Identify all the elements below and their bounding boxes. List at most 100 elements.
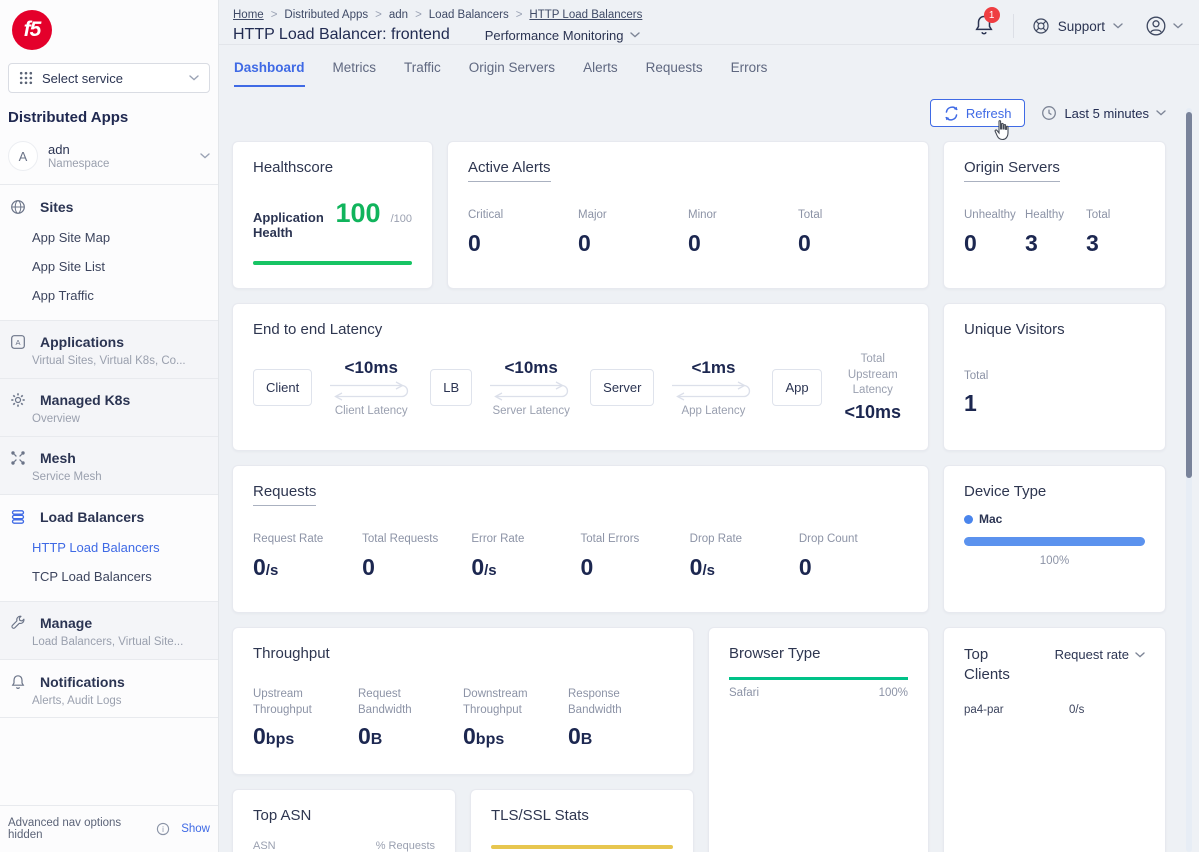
stat-label: Drop Rate [690, 533, 799, 545]
sidebar-item-load-balancers[interactable]: Load Balancers [0, 507, 218, 527]
latency-node-lb: LB [430, 369, 472, 406]
show-advanced-nav-link[interactable]: Show [181, 823, 210, 835]
breadcrumb: Home > Distributed Apps > adn > Load Bal… [233, 9, 642, 21]
hop-label: Client Latency [335, 405, 408, 417]
latency-node-client: Client [253, 369, 312, 406]
tab-origin-servers[interactable]: Origin Servers [469, 60, 555, 87]
sidebar-group-label: Applications [40, 334, 124, 350]
stat-label: Total Errors [580, 533, 689, 545]
sidebar-group-notifications[interactable]: Notifications Alerts, Audit Logs [0, 660, 218, 718]
sidebar-group-sites: Sites App Site Map App Site List App Tra… [0, 185, 218, 321]
requests-title[interactable]: Requests [253, 483, 316, 506]
latency-node-app: App [772, 369, 821, 406]
sidebar-group-managed-k8s[interactable]: Managed K8s Overview [0, 379, 218, 437]
support-menu[interactable]: Support [1032, 17, 1123, 35]
total-latency-label2: Latency [853, 384, 893, 396]
sidebar-group-desc: Overview [0, 410, 218, 425]
breadcrumb-adn[interactable]: adn [389, 9, 408, 21]
active-alerts-card: Active Alerts Critical0 Major0 Minor0 To… [447, 141, 929, 289]
browser-type-title: Browser Type [729, 645, 908, 662]
hop-value: <10ms [504, 358, 557, 378]
stat-value: 0 [471, 554, 484, 580]
hop-value: <10ms [345, 358, 398, 378]
support-label: Support [1058, 19, 1105, 34]
top-clients-sort-dropdown[interactable]: Request rate [1055, 647, 1145, 662]
sidebar-group-desc: Alerts, Audit Logs [0, 692, 218, 707]
stat-suffix: B [371, 731, 383, 748]
stat-suffix: bps [476, 731, 504, 748]
breadcrumb-home[interactable]: Home [233, 9, 264, 21]
sidebar-item-app-site-map[interactable]: App Site Map [0, 223, 218, 252]
latency-arrow-icon [326, 379, 416, 403]
stat-label: Healthy [1025, 209, 1086, 221]
stat-value: 0 [964, 230, 1025, 257]
tls-ssl-stats-card: TLS/SSL Stats [470, 789, 694, 852]
monitoring-selector-label: Performance Monitoring [485, 28, 624, 43]
notifications-bell-button[interactable]: 1 [973, 13, 999, 39]
breadcrumb-http-load-balancers[interactable]: HTTP Load Balancers [529, 9, 642, 21]
time-range-dropdown[interactable]: Last 5 minutes [1041, 105, 1166, 121]
stat-suffix: /s [484, 562, 497, 579]
breadcrumb-separator: > [375, 9, 382, 21]
stat-value: 0 [468, 230, 578, 257]
latency-title: End to end Latency [253, 321, 908, 338]
sidebar-item-http-load-balancers[interactable]: HTTP Load Balancers [0, 533, 218, 562]
asn-column-header: ASN [253, 840, 276, 852]
scrollbar-thumb[interactable] [1186, 112, 1192, 478]
sidebar-footer: Advanced nav options hidden i Show [0, 805, 218, 852]
page-header: Home > Distributed Apps > adn > Load Bal… [219, 0, 1199, 45]
stat-value: 0 [568, 723, 581, 749]
stat-value: 0 [362, 554, 375, 580]
monitoring-selector[interactable]: Performance Monitoring [485, 28, 641, 43]
sidebar-group-applications[interactable]: A Applications Virtual Sites, Virtual K8… [0, 321, 218, 379]
latency-card: End to end Latency Client <10ms Client L… [232, 303, 929, 451]
advanced-nav-text: Advanced nav options hidden [8, 817, 151, 841]
hop-label: Server Latency [492, 405, 569, 417]
requests-card: Requests Request Rate0/s Total Requests0… [232, 465, 929, 613]
top-asn-title: Top ASN [253, 807, 435, 824]
tab-traffic[interactable]: Traffic [404, 60, 441, 87]
breadcrumb-load-balancers[interactable]: Load Balancers [429, 9, 509, 21]
total-latency-label: Total Upstream [848, 353, 898, 381]
chevron-down-icon [189, 75, 199, 81]
stat-value: 0 [580, 554, 593, 580]
notification-badge: 1 [984, 7, 1000, 23]
latency-arrow-icon [668, 379, 758, 403]
sidebar-item-sites[interactable]: Sites [0, 197, 218, 217]
user-menu[interactable] [1145, 15, 1183, 37]
select-service-dropdown[interactable]: Select service [8, 63, 210, 93]
stat-label: Critical [468, 209, 578, 221]
stat-label: Total [1086, 209, 1147, 221]
stat-value: 0 [798, 230, 908, 257]
mouse-cursor-hand [991, 118, 1013, 142]
breadcrumb-distributed-apps[interactable]: Distributed Apps [284, 9, 368, 21]
stat-label: Response Bandwidth [568, 686, 665, 718]
tab-metrics[interactable]: Metrics [333, 60, 377, 87]
sidebar-item-app-site-list[interactable]: App Site List [0, 252, 218, 281]
hop-label: App Latency [681, 405, 745, 417]
tab-dashboard[interactable]: Dashboard [234, 60, 305, 87]
namespace-selector[interactable]: A adn Namespace [0, 135, 218, 185]
browser-type-bar [729, 677, 908, 680]
select-service-label: Select service [42, 71, 123, 86]
sidebar-group-manage[interactable]: Manage Load Balancers, Virtual Site... [0, 602, 218, 660]
tab-alerts[interactable]: Alerts [583, 60, 618, 87]
sidebar-group-label: Manage [40, 615, 92, 631]
sidebar-group-mesh[interactable]: Mesh Service Mesh [0, 437, 218, 495]
throughput-title: Throughput [253, 645, 673, 662]
sidebar-item-app-traffic[interactable]: App Traffic [0, 281, 218, 310]
tab-requests[interactable]: Requests [646, 60, 703, 87]
breadcrumb-separator: > [516, 9, 523, 21]
grid-icon [19, 71, 33, 85]
tab-errors[interactable]: Errors [731, 60, 768, 87]
namespace-avatar: A [8, 141, 38, 171]
sidebar-item-tcp-load-balancers[interactable]: TCP Load Balancers [0, 562, 218, 591]
unique-visitors-title: Unique Visitors [964, 321, 1145, 338]
stat-label: Downstream Throughput [463, 686, 560, 718]
origin-servers-title[interactable]: Origin Servers [964, 159, 1060, 182]
active-alerts-title[interactable]: Active Alerts [468, 159, 551, 182]
client-value: 0/s [1069, 704, 1084, 716]
stat-suffix: /s [702, 562, 715, 579]
stat-value: 0 [463, 723, 476, 749]
top-clients-card: Top Clients Request rate pa4-par 0/s [943, 627, 1166, 852]
